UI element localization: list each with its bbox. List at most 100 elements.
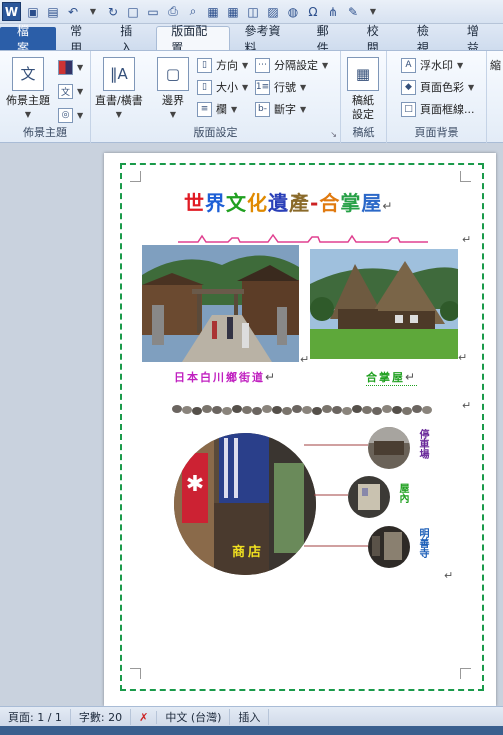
group-themes: 文 佈景主題 ▼ ▼ 文 ▼ ◎ ▼ 佈景主題 [0,51,91,143]
hyphenation-button[interactable]: b- 斷字 ▼ [255,99,306,119]
margins-icon: ▢ [157,57,189,91]
label-parking: 停車場 [417,429,428,459]
stone [202,405,212,413]
caption-gassho[interactable]: 合掌屋↵ [366,369,418,386]
line-numbers-label: 行號 [274,81,296,94]
status-language[interactable]: 中文 (台灣) [157,709,231,725]
document-page[interactable]: 世界文化遺產-合掌屋↵ ↵ ↵ ↵ 日本白川鄉街道↵ 合掌屋↵ ↵ ✱ 商店 停… [104,153,496,706]
stone [272,406,282,414]
paragraph-mark: ↵ [300,353,310,366]
tab-insert[interactable]: 插入 [106,24,156,55]
line-numbers-button[interactable]: 1≡ 行號 ▼ [255,77,306,97]
document-canvas: 世界文化遺產-合掌屋↵ ↵ ↵ ↵ 日本白川鄉街道↵ 合掌屋↵ ↵ ✱ 商店 停… [0,143,503,706]
group-label-manuscript: 稿紙 [352,126,375,139]
stone [322,405,332,413]
chevron-down-icon: ▼ [77,62,84,72]
stone [302,406,312,414]
word-logo-icon[interactable]: W [2,2,21,21]
undo-icon[interactable]: ↶ [65,4,81,20]
table-icon[interactable]: ▦ [225,4,241,20]
tab-references[interactable]: 參考資料 [230,24,302,55]
dialog-launcher-icon[interactable]: ↘ [330,130,337,139]
paragraph-mark: ↵ [405,370,418,384]
photo-temple-circle[interactable] [368,526,410,568]
margins-label: 邊界 [162,94,184,107]
paragraph-mark: ↵ [382,199,394,213]
title-char: 文 [226,191,247,215]
tab-view[interactable]: 檢視 [403,24,453,55]
columns-icon: ≡ [197,101,212,117]
title-char: 界 [205,191,226,215]
caption-shirakawa[interactable]: 日本白川鄉街道↵ [174,369,277,385]
manuscript-settings-button[interactable]: ▦ 稿紙 設定 [347,57,379,122]
chevron-down-icon: ▼ [468,82,475,92]
stone [312,407,322,415]
theme-colors-button[interactable]: ▼ [58,57,83,77]
size-icon: ▯ [197,79,212,95]
group-label-page-background: 頁面背景 [414,126,459,139]
theme-fonts-button[interactable]: 文 ▼ [58,81,83,101]
document-title[interactable]: 世界文化遺產-合掌屋↵ [184,187,393,216]
stone [392,406,402,414]
ribbon-tabs: 檔案 常用 插入 版面配置 參考資料 郵件 校閱 檢視 增益 [0,24,503,55]
title-char: 世 [184,191,205,215]
redo-icon[interactable]: ↻ [105,4,121,20]
new-document-icon[interactable]: □ [125,4,141,20]
status-mode[interactable]: 插入 [230,709,270,725]
picture-icon[interactable]: ▨ [265,4,281,20]
status-words[interactable]: 字數: 20 [71,709,132,725]
chevron-down-icon: ▼ [77,110,84,120]
save-icon[interactable]: ▣ [25,4,41,20]
stone [182,406,192,414]
stone [222,407,232,415]
photo-shop-circle[interactable]: ✱ 商店 [174,433,316,575]
photo-shirakawa-street[interactable] [142,245,299,362]
themes-button[interactable]: 文 佈景主題 ▼ [6,57,50,122]
breaks-button[interactable]: ⋯ 分隔設定 ▼ [255,55,328,75]
tab-page-layout[interactable]: 版面配置 [156,24,231,55]
theme-effects-button[interactable]: ◎ ▼ [58,105,83,125]
tab-addins[interactable]: 增益 [453,24,503,55]
orientation-button[interactable]: ▯ 方向 ▼ [197,55,248,75]
save-as-icon[interactable]: ▤ [45,4,61,20]
photo-parking-circle[interactable] [368,427,410,469]
tab-file[interactable]: 檔案 [0,24,57,55]
stone [292,405,302,413]
format-painter-icon[interactable]: ✎ [345,4,361,20]
omega-icon[interactable]: Ω [305,4,321,20]
label-house-interior: 屋內 [397,483,408,503]
columns-button[interactable]: ≡ 欄 ▼ [197,99,237,119]
undo-dropdown-icon[interactable]: ▼ [85,4,101,20]
stone [382,405,392,413]
tab-review[interactable]: 校閱 [353,24,403,55]
themes-label: 佈景主題 [6,94,50,107]
print-preview-icon[interactable]: ⌕ [185,4,201,20]
stone [212,406,222,414]
open-folder-icon[interactable]: ▭ [145,4,161,20]
size-button[interactable]: ▯ 大小 ▼ [197,77,248,97]
text-direction-button[interactable]: ‖A 直書/橫書 ▼ [95,57,143,122]
page-borders-button[interactable]: □ 頁面框線... [401,99,475,119]
tab-home[interactable]: 常用 [56,24,106,55]
proofing-icon[interactable]: ✗ [131,710,158,724]
arrange-partial[interactable]: 縮 [490,55,501,75]
org-chart-icon[interactable]: ⋔ [325,4,341,20]
arrange-partial-label: 縮 [490,59,501,72]
status-page[interactable]: 頁面: 1 / 1 [0,709,71,725]
print-icon[interactable]: ⎙ [165,4,181,20]
chevron-down-icon: ▼ [77,86,84,96]
page-color-button[interactable]: ◆ 頁面色彩 ▼ [401,77,474,97]
tab-mailings[interactable]: 郵件 [303,24,353,55]
customize-qat-icon[interactable]: ▼ [365,4,381,20]
book-icon[interactable]: ◫ [245,4,261,20]
textbox-icon[interactable]: ▦ [205,4,221,20]
chevron-down-icon: ▼ [300,82,307,92]
photo-house-interior-circle[interactable] [348,476,390,518]
globe-icon[interactable]: ◍ [285,4,301,20]
watermark-button[interactable]: A 浮水印 ▼ [401,55,463,75]
group-page-background: A 浮水印 ▼ ◆ 頁面色彩 ▼ □ 頁面框線... 頁面背景 [387,51,487,143]
page-borders-icon: □ [401,101,416,117]
page-color-label: 頁面色彩 [420,81,464,94]
photo-gassho-house[interactable] [310,249,458,359]
margins-button[interactable]: ▢ 邊界 ▼ [157,57,189,122]
